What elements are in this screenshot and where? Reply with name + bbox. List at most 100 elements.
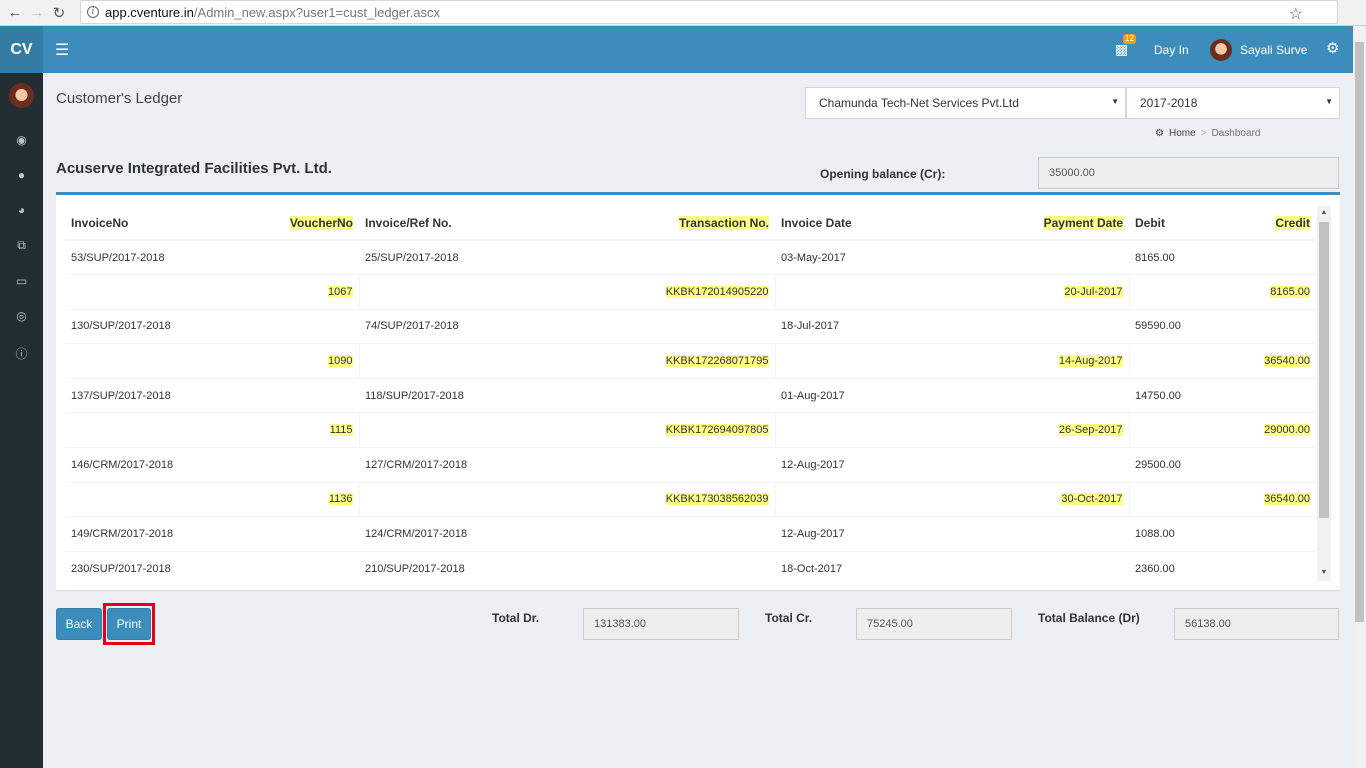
pie-chart-icon[interactable]: ◕: [0, 203, 43, 217]
table-scrollbar-thumb[interactable]: [1319, 222, 1329, 518]
back-arrow-icon[interactable]: ←: [4, 4, 26, 21]
notification-badge: 12: [1123, 34, 1136, 44]
debit-cell: 2360.00: [1129, 551, 1316, 581]
invoice-no-cell: 137/SUP/2017-2018: [65, 378, 359, 413]
invoice-no-cell: 53/SUP/2017-2018: [65, 240, 359, 275]
invoice-no-cell: 130/SUP/2017-2018: [65, 309, 359, 344]
col-ref-no[interactable]: Invoice/Ref No.: [359, 206, 567, 240]
app-logo[interactable]: CV: [0, 26, 43, 73]
notification-icon[interactable]: ▩12: [1115, 41, 1128, 58]
company-select-value: Chamunda Tech-Net Services Pvt.Ltd: [819, 96, 1019, 110]
breadcrumb-current: Dashboard: [1212, 128, 1261, 139]
table-row: 1115 KKBK172694097805 26-Sep-2017 29000.…: [65, 413, 1316, 448]
col-invoice-date[interactable]: Invoice Date: [775, 206, 952, 240]
total-balance-label: Total Balance (Dr): [1038, 611, 1140, 625]
credit-cell: 36540.00: [1129, 482, 1316, 517]
debit-cell: 59590.00: [1129, 309, 1316, 344]
info-icon[interactable]: i: [87, 6, 99, 18]
invoice-no-cell: 146/CRM/2017-2018: [65, 448, 359, 483]
day-in-link[interactable]: Day In: [1154, 43, 1189, 57]
year-select[interactable]: 2017-2018 ▼: [1126, 87, 1340, 119]
top-navbar: ☰ ▩12 Day In Sayali Surve ⚙: [43, 26, 1353, 73]
table-row: 137/SUP/2017-2018 118/SUP/2017-2018 01-A…: [65, 378, 1316, 413]
dashboard-icon[interactable]: ◉: [0, 133, 43, 147]
ledger-table: InvoiceNo VoucherNo Invoice/Ref No. Tran…: [65, 206, 1316, 581]
table-row: 130/SUP/2017-2018 74/SUP/2017-2018 18-Ju…: [65, 309, 1316, 344]
ref-no-cell: 25/SUP/2017-2018: [359, 240, 775, 275]
user-avatar[interactable]: [1210, 39, 1232, 61]
company-select[interactable]: Chamunda Tech-Net Services Pvt.Ltd ▼: [805, 87, 1126, 119]
transaction-no-cell: KKBK172014905220: [359, 275, 775, 310]
ledger-table-scroll[interactable]: InvoiceNo VoucherNo Invoice/Ref No. Tran…: [65, 206, 1331, 581]
total-dr-label: Total Dr.: [492, 611, 539, 625]
invoice-date-cell: 01-Aug-2017: [775, 378, 1129, 413]
credit-card-icon[interactable]: ▭: [0, 274, 43, 288]
total-dr-field[interactable]: 131383.00: [583, 608, 739, 640]
ref-no-cell: 118/SUP/2017-2018: [359, 378, 775, 413]
info-circle-icon[interactable]: ⓘ: [0, 345, 43, 362]
table-row: 1136 KKBK173038562039 30-Oct-2017 36540.…: [65, 482, 1316, 517]
ref-no-cell: 74/SUP/2017-2018: [359, 309, 775, 344]
ref-no-cell: 127/CRM/2017-2018: [359, 448, 775, 483]
menu-toggle-icon[interactable]: ☰: [55, 40, 69, 60]
sidebar-avatar: [9, 83, 34, 108]
payment-date-cell: 30-Oct-2017: [775, 482, 1129, 517]
table-row: 149/CRM/2017-2018 124/CRM/2017-2018 12-A…: [65, 517, 1316, 552]
url-domain: app.cventure.in: [105, 5, 194, 20]
table-row: 1090 KKBK172268071795 14-Aug-2017 36540.…: [65, 344, 1316, 379]
page-scrollbar-thumb[interactable]: [1355, 42, 1364, 622]
forward-arrow-icon[interactable]: →: [26, 4, 48, 21]
url-path: /Admin_new.aspx?user1=cust_ledger.ascx: [194, 5, 440, 20]
debit-cell: 1088.00: [1129, 517, 1316, 552]
transaction-no-cell: KKBK172694097805: [359, 413, 775, 448]
col-voucher-no[interactable]: VoucherNo: [212, 206, 359, 240]
user-icon[interactable]: ●: [0, 168, 43, 182]
col-debit[interactable]: Debit: [1129, 206, 1223, 240]
payment-date-cell: 14-Aug-2017: [775, 344, 1129, 379]
cart-icon[interactable]: ⧉: [0, 238, 43, 253]
voucher-no-cell: 1090: [65, 344, 359, 379]
reload-icon[interactable]: ↻: [48, 4, 70, 22]
customer-name: Acuserve Integrated Facilities Pvt. Ltd.: [56, 160, 332, 177]
scroll-up-arrow-icon[interactable]: ▲: [1317, 209, 1331, 216]
browser-toolbar: ← → ↻ i app.cventure.in /Admin_new.aspx?…: [0, 0, 1366, 26]
total-cr-field[interactable]: 75245.00: [856, 608, 1012, 640]
debit-cell: 14750.00: [1129, 378, 1316, 413]
voucher-no-cell: 1115: [65, 413, 359, 448]
invoice-date-cell: 12-Aug-2017: [775, 448, 1129, 483]
table-row: 53/SUP/2017-2018 25/SUP/2017-2018 03-May…: [65, 240, 1316, 275]
payment-date-cell: 26-Sep-2017: [775, 413, 1129, 448]
support-icon[interactable]: ◎: [0, 309, 43, 323]
opening-balance-field[interactable]: 35000.00: [1038, 157, 1339, 189]
bookmark-star-icon[interactable]: ☆: [1289, 4, 1303, 24]
address-bar[interactable]: i app.cventure.in /Admin_new.aspx?user1=…: [80, 0, 1338, 24]
user-name[interactable]: Sayali Surve: [1240, 43, 1307, 57]
total-balance-field[interactable]: 56138.00: [1174, 608, 1339, 640]
col-payment-date[interactable]: Payment Date: [952, 206, 1129, 240]
print-button-highlight: [103, 603, 155, 645]
breadcrumb-separator: >: [1201, 128, 1207, 139]
scroll-down-arrow-icon[interactable]: ▼: [1317, 569, 1331, 576]
invoice-no-cell: 230/SUP/2017-2018: [65, 551, 359, 581]
breadcrumb: ⚙ Home > Dashboard: [1155, 128, 1260, 139]
home-icon: ⚙: [1155, 128, 1164, 139]
settings-gears-icon[interactable]: ⚙: [1326, 39, 1339, 57]
table-row: 1067 KKBK172014905220 20-Jul-2017 8165.0…: [65, 275, 1316, 310]
col-transaction-no[interactable]: Transaction No.: [567, 206, 775, 240]
credit-cell: 29000.00: [1129, 413, 1316, 448]
credit-cell: 8165.00: [1129, 275, 1316, 310]
table-scrollbar[interactable]: ▲ ▼: [1317, 206, 1331, 581]
voucher-no-cell: 1136: [65, 482, 359, 517]
voucher-no-cell: 1067: [65, 275, 359, 310]
ref-no-cell: 210/SUP/2017-2018: [359, 551, 775, 581]
chevron-down-icon: ▼: [1111, 97, 1119, 106]
ledger-box: InvoiceNo VoucherNo Invoice/Ref No. Tran…: [56, 192, 1340, 590]
col-credit[interactable]: Credit: [1223, 206, 1316, 240]
page-title: Customer's Ledger: [56, 90, 182, 107]
debit-cell: 8165.00: [1129, 240, 1316, 275]
back-button[interactable]: Back: [56, 608, 102, 640]
col-invoice-no[interactable]: InvoiceNo: [65, 206, 212, 240]
page-scrollbar[interactable]: [1353, 26, 1366, 768]
transaction-no-cell: KKBK173038562039: [359, 482, 775, 517]
breadcrumb-home[interactable]: Home: [1169, 128, 1196, 139]
